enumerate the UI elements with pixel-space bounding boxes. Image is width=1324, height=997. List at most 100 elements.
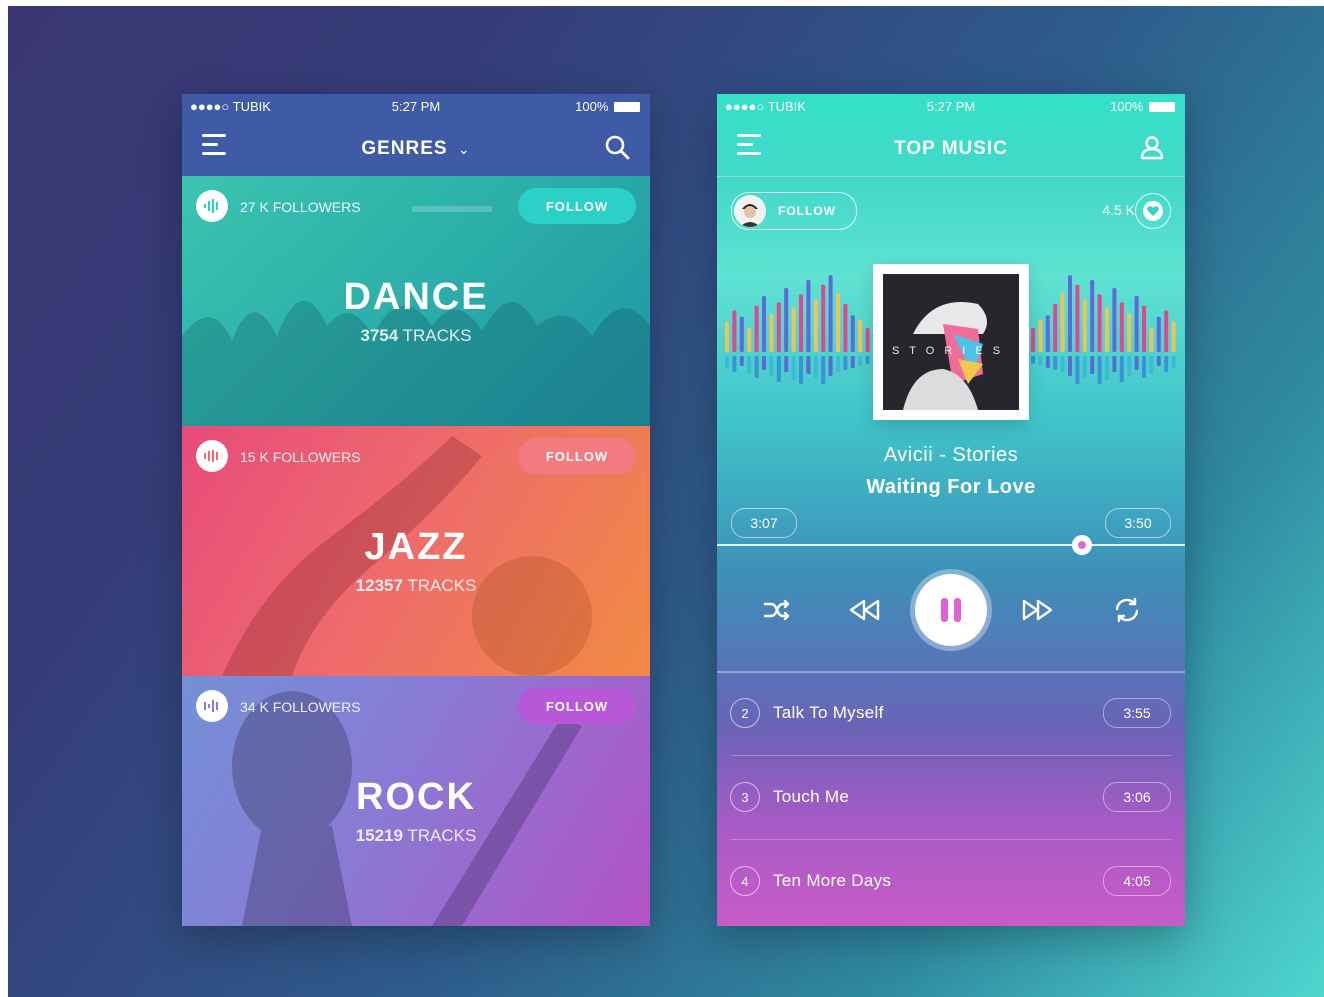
wave-bar-reflection xyxy=(865,356,870,364)
search-icon[interactable] xyxy=(604,134,630,160)
wave-bar-reflection xyxy=(1112,356,1117,372)
album-cover: STORIES xyxy=(873,264,1029,420)
wave-bar xyxy=(1171,321,1176,352)
followers-count: 34 K FOLLOWERS xyxy=(240,699,361,715)
wave-bar-reflection xyxy=(754,356,759,378)
wave-bar-reflection xyxy=(1038,356,1043,366)
pause-button[interactable] xyxy=(915,574,987,646)
fast-forward-icon[interactable] xyxy=(1019,592,1055,628)
follow-button[interactable]: FOLLOW xyxy=(518,188,636,224)
total-time: 3:50 xyxy=(1105,508,1171,538)
wave-bar xyxy=(865,328,870,352)
track-duration: 3:06 xyxy=(1103,782,1171,812)
track-number: 3 xyxy=(730,782,760,812)
wave-bar xyxy=(1060,292,1065,352)
artist-follow-button[interactable]: FOLLOW xyxy=(731,192,857,230)
wave-bar xyxy=(776,302,781,352)
battery-indicator: 100% xyxy=(1110,99,1175,114)
track-count: 3754 TRACKS xyxy=(182,326,650,346)
wave-bar-reflection xyxy=(1090,356,1095,374)
track-duration: 4:05 xyxy=(1103,866,1171,896)
wave-bar xyxy=(1038,320,1043,352)
progress-bar[interactable] xyxy=(717,544,1185,546)
wave-bar xyxy=(754,305,759,352)
wave-bar-reflection xyxy=(791,356,796,380)
wave-bar-reflection xyxy=(828,356,833,376)
wave-bar xyxy=(1134,296,1139,352)
wave-bar xyxy=(791,307,796,352)
svg-text:STORIES: STORIES xyxy=(892,345,1010,357)
background-canvas: ●●●●○ TUBIK 5:27 PM 100% GENRES ⌄ 27 K F… xyxy=(8,6,1324,997)
wave-bar-reflection xyxy=(1097,356,1102,384)
wave-bar-reflection xyxy=(1031,356,1035,364)
wave-bar xyxy=(1053,304,1058,352)
wave-bar-reflection xyxy=(836,356,840,372)
wave-bar xyxy=(1097,294,1102,352)
wave-bar-reflection xyxy=(1156,356,1161,366)
wave-bar xyxy=(1090,280,1095,352)
genre-card-rock[interactable]: 34 K FOLLOWERS FOLLOW ROCK 15219 TRACKS xyxy=(182,676,650,926)
progress-handle[interactable] xyxy=(1072,535,1093,555)
wave-bar-reflection xyxy=(821,356,826,384)
top-nav-bar: TOP MUSIC xyxy=(717,120,1185,176)
follow-button[interactable]: FOLLOW xyxy=(518,688,636,724)
wave-bar xyxy=(1149,328,1154,352)
shuffle-icon[interactable] xyxy=(759,592,795,628)
wave-bar-reflection xyxy=(1068,356,1072,376)
page-title: GENRES xyxy=(361,138,448,159)
wave-bar xyxy=(1164,310,1169,352)
genre-name: ROCK xyxy=(356,776,476,818)
sound-wave-icon xyxy=(196,440,228,472)
wave-bar xyxy=(1112,288,1117,352)
track-number: 4 xyxy=(730,866,760,896)
heart-icon[interactable] xyxy=(1135,193,1171,229)
user-icon[interactable] xyxy=(1139,134,1165,160)
chevron-down-icon: ⌄ xyxy=(457,141,471,157)
tracks-label: TRACKS xyxy=(402,326,472,345)
wave-bar xyxy=(836,292,840,352)
album-art: STORIES xyxy=(883,274,1019,410)
wave-bar-reflection xyxy=(1119,356,1124,382)
player-screen: ●●●●○ TUBIK 5:27 PM 100% TOP MUSIC FOLLO… xyxy=(717,94,1185,926)
wave-bar-reflection xyxy=(850,356,855,368)
wave-bar-reflection xyxy=(858,356,863,366)
wave-bar xyxy=(732,310,737,352)
wave-bar-reflection xyxy=(762,356,766,370)
rewind-icon[interactable] xyxy=(847,592,883,628)
elapsed-time: 3:07 xyxy=(731,508,797,538)
wave-bar xyxy=(1127,313,1132,352)
wave-bar-reflection xyxy=(1171,356,1176,368)
wave-bar-reflection xyxy=(1142,356,1146,378)
battery-indicator: 100% xyxy=(575,99,640,114)
followers-count: 15 K FOLLOWERS xyxy=(240,449,361,465)
wave-bar xyxy=(1045,315,1050,352)
battery-percent: 100% xyxy=(575,99,609,114)
repeat-icon[interactable] xyxy=(1109,592,1145,628)
wave-bar xyxy=(784,288,789,352)
wave-bar xyxy=(769,313,774,352)
wave-bar xyxy=(813,299,818,352)
avatar xyxy=(734,195,766,227)
track-row[interactable]: 2 Talk To Myself 3:55 xyxy=(717,672,1185,756)
genre-card-jazz[interactable]: 15 K FOLLOWERS FOLLOW JAZZ 12357 TRACKS xyxy=(182,426,650,676)
header-divider xyxy=(717,176,1185,177)
wave-bar xyxy=(1068,275,1072,352)
genre-card-dance[interactable]: 27 K FOLLOWERS FOLLOW DANCE 3754 TRACKS xyxy=(182,176,650,426)
track-number: 15219 xyxy=(355,826,403,845)
audio-waveform-left xyxy=(725,275,870,384)
wave-bar-reflection xyxy=(799,356,803,384)
wave-bar xyxy=(747,328,752,352)
pause-icon xyxy=(941,598,961,622)
track-row[interactable]: 3 Touch Me 3:06 xyxy=(717,756,1185,840)
followers-count: 27 K FOLLOWERS xyxy=(240,199,361,215)
follow-label: FOLLOW xyxy=(778,204,836,218)
page-title: TOP MUSIC xyxy=(894,138,1008,159)
top-nav-bar: GENRES ⌄ xyxy=(182,120,650,176)
track-title: Talk To Myself xyxy=(773,703,884,722)
audio-waveform-right xyxy=(1031,275,1176,384)
follow-button[interactable]: FOLLOW xyxy=(518,438,636,474)
genre-name: DANCE xyxy=(343,276,489,318)
wave-bar-reflection xyxy=(1082,356,1087,378)
genres-dropdown[interactable]: GENRES ⌄ xyxy=(182,138,650,160)
track-row[interactable]: 4 Ten More Days 4:05 xyxy=(717,840,1185,924)
